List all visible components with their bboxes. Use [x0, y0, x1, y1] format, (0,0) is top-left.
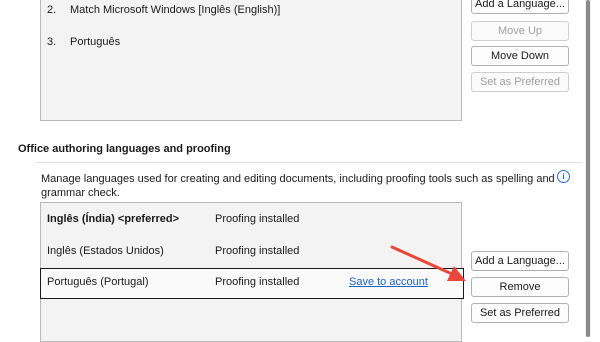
item-number: 2.: [47, 4, 57, 16]
display-add-language-button[interactable]: Add a Language...: [471, 0, 569, 14]
move-up-button[interactable]: Move Up: [471, 21, 569, 41]
proofing-status: Proofing installed: [215, 276, 300, 288]
item-label: Match Microsoft Windows [Inglês (English…: [70, 4, 281, 16]
display-set-preferred-button[interactable]: Set as Preferred: [471, 72, 569, 92]
display-language-list[interactable]: 2. Match Microsoft Windows [Inglês (Engli…: [40, 0, 462, 121]
section-description: Manage languages used for creating and e…: [41, 173, 555, 199]
authoring-add-language-button[interactable]: Add a Language...: [471, 251, 569, 271]
display-language-item-3[interactable]: 3. Português: [47, 36, 120, 48]
proofing-status: Proofing installed: [215, 245, 300, 257]
item-number: 3.: [47, 36, 57, 48]
authoring-language-row-selected[interactable]: Português (Portugal) Proofing installed …: [40, 268, 464, 299]
save-to-account-link[interactable]: Save to account: [349, 276, 428, 288]
proofing-status: Proofing installed: [215, 213, 300, 225]
language-name: Inglês (Estados Unidos): [47, 245, 164, 257]
authoring-language-row[interactable]: Inglês (Índia) <preferred> Proofing inst…: [41, 205, 463, 236]
authoring-language-list[interactable]: Inglês (Índia) <preferred> Proofing inst…: [40, 202, 464, 342]
display-language-item-2[interactable]: 2. Match Microsoft Windows [Inglês (Engli…: [47, 4, 280, 16]
language-name: Inglês (Índia) <preferred>: [47, 213, 180, 225]
remove-button[interactable]: Remove: [471, 277, 569, 297]
section-divider: [36, 162, 582, 163]
move-down-button[interactable]: Move Down: [471, 46, 569, 66]
vertical-scrollbar[interactable]: [585, 0, 591, 337]
authoring-set-preferred-button[interactable]: Set as Preferred: [471, 303, 569, 323]
info-icon[interactable]: i: [557, 170, 570, 183]
authoring-language-row[interactable]: Inglês (Estados Unidos) Proofing install…: [41, 237, 463, 268]
section-title: Office authoring languages and proofing: [18, 143, 231, 155]
item-label: Português: [70, 36, 121, 48]
language-name: Português (Portugal): [47, 276, 149, 288]
scrollbar-thumb[interactable]: [586, 0, 590, 337]
